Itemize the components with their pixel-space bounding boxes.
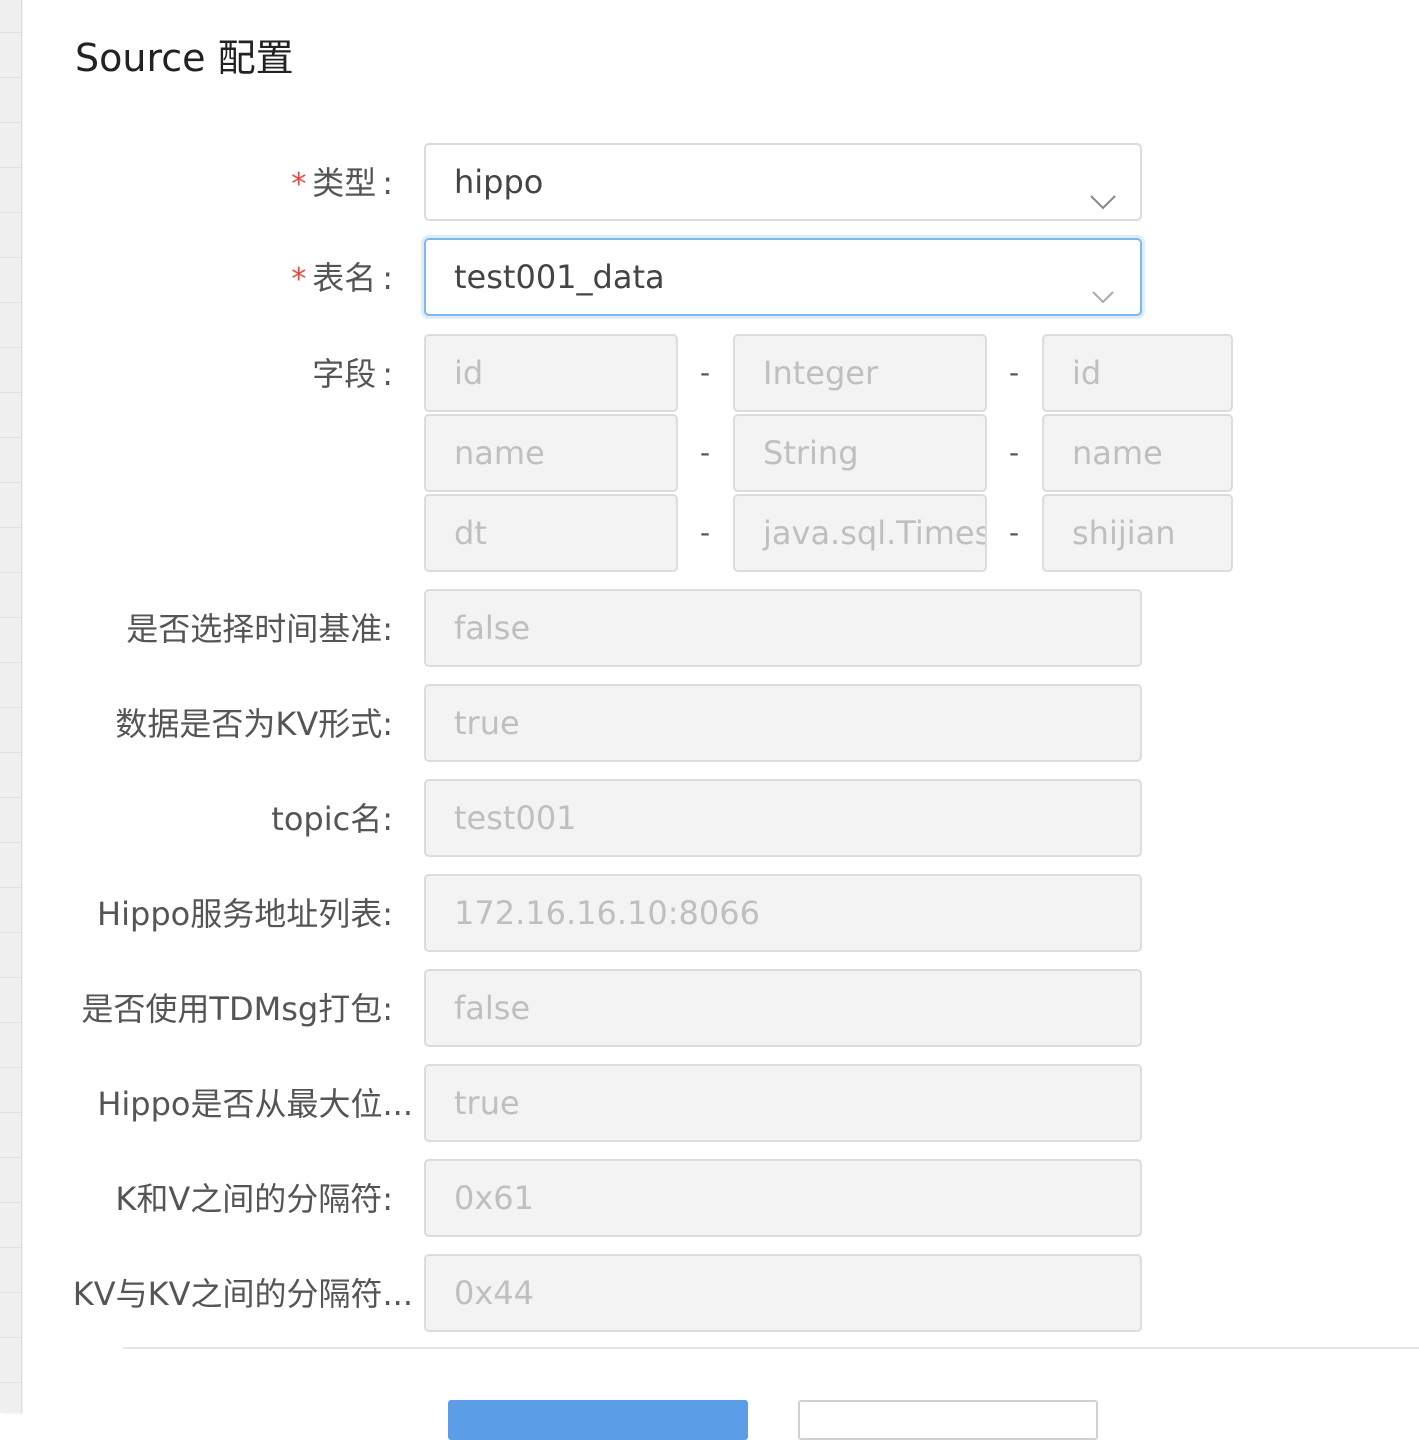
rail-tick [0,167,22,168]
tdmsg-input[interactable]: false [424,969,1142,1047]
hippo-offset-input[interactable]: true [424,1064,1142,1142]
field-alias-input[interactable]: id [1042,334,1233,412]
footer-divider [123,1347,1419,1349]
kv-format-label: 数据是否为KV形式: [115,705,393,743]
required-mark: * [291,167,307,202]
rail-tick [0,797,22,798]
field-type-input[interactable]: String [733,414,987,492]
field-separator: - [1008,516,1020,549]
field-separator: - [699,356,711,389]
rail-tick [0,32,22,33]
field-type-input[interactable]: java.sql.Times [733,494,987,572]
kv-kv-separator-input[interactable]: 0x44 [424,1254,1142,1332]
type-select-value: hippo [454,163,544,201]
table-label-text: 表名 [312,259,377,297]
cancel-button[interactable] [798,1400,1098,1440]
label-colon: : [382,164,393,202]
time-base-input[interactable]: false [424,589,1142,667]
hippo-servers-input[interactable]: 172.16.16.10:8066 [424,874,1142,952]
hippo-offset-label: Hippo是否从最大位... [97,1085,413,1123]
hippo-servers-label: Hippo服务地址列表: [97,895,393,933]
rail-tick [0,707,22,708]
kv-separator-label: K和V之间的分隔符: [115,1180,393,1218]
rail-tick [0,1112,22,1113]
form-row-kv-separator: K和V之间的分隔符: 0x61 [23,1159,1419,1239]
kv-separator-input[interactable]: 0x61 [424,1159,1142,1237]
field-type-input[interactable]: Integer [733,334,987,412]
form-row-hippo-offset: Hippo是否从最大位... true [23,1064,1419,1144]
rail-tick [0,572,22,573]
rail-tick [0,347,22,348]
form-row-kv-kv-separator: KV与KV之间的分隔符... 0x44 [23,1254,1419,1334]
topic-input[interactable]: test001 [424,779,1142,857]
rail-tick [0,1292,22,1293]
time-base-label: 是否选择时间基准: [126,610,393,648]
field-separator: - [1008,356,1020,389]
field-separator: - [699,436,711,469]
field-separator: - [1008,436,1020,469]
rail-tick [0,302,22,303]
rail-tick [0,1337,22,1338]
page-title: Source 配置 [75,36,294,80]
rail-tick [0,932,22,933]
rail-tick [0,392,22,393]
kv-kv-separator-label: KV与KV之间的分隔符... [72,1275,413,1313]
field-row: id - Integer - id [23,334,1419,414]
rail-tick [0,1247,22,1248]
form-row-table: * 表名: test001_data [23,238,1419,318]
field-name-input[interactable]: dt [424,494,678,572]
tdmsg-label: 是否使用TDMsg打包: [81,990,393,1028]
rail-tick [0,257,22,258]
rail-tick [0,662,22,663]
rail-tick [0,1157,22,1158]
rail-tick [0,1202,22,1203]
rail-tick [0,527,22,528]
left-rail [0,0,22,1413]
rail-tick [0,617,22,618]
required-mark: * [291,262,307,297]
topic-label: topic名: [271,800,393,838]
table-select-value: test001_data [454,258,665,296]
source-config-panel: Source 配置 * 类型: hippo * 表名: test001_data 字… [23,0,1419,1440]
rail-tick [0,212,22,213]
form-row-kv-format: 数据是否为KV形式: true [23,684,1419,764]
field-separator: - [699,516,711,549]
field-alias-input[interactable]: name [1042,414,1233,492]
rail-tick [0,752,22,753]
rail-tick [0,482,22,483]
type-label-text: 类型 [312,164,377,202]
rail-tick [0,1022,22,1023]
form-row-time-base: 是否选择时间基准: false [23,589,1419,669]
rail-tick [0,887,22,888]
rail-tick [0,1382,22,1383]
form-row-tdmsg: 是否使用TDMsg打包: false [23,969,1419,1049]
table-select[interactable]: test001_data [424,238,1142,316]
form-row-type: * 类型: hippo [23,143,1419,223]
confirm-button[interactable] [448,1400,748,1440]
field-name-input[interactable]: id [424,334,678,412]
rail-tick [0,842,22,843]
label-colon: : [382,259,393,297]
rail-tick [0,1067,22,1068]
field-row: name - String - name [23,414,1419,494]
type-select[interactable]: hippo [424,143,1142,221]
table-label: * 表名: [63,238,393,318]
form-row-topic: topic名: test001 [23,779,1419,859]
kv-format-input[interactable]: true [424,684,1142,762]
rail-tick [0,122,22,123]
rail-tick [0,977,22,978]
rail-tick [0,77,22,78]
field-name-input[interactable]: name [424,414,678,492]
field-row: dt - java.sql.Times - shijian [23,494,1419,574]
field-alias-input[interactable]: shijian [1042,494,1233,572]
type-label: * 类型: [63,143,393,223]
rail-tick [0,437,22,438]
chevron-down-icon[interactable] [1088,169,1118,210]
form-row-hippo-servers: Hippo服务地址列表: 172.16.16.10:8066 [23,874,1419,954]
chevron-down-icon[interactable] [1088,264,1118,304]
